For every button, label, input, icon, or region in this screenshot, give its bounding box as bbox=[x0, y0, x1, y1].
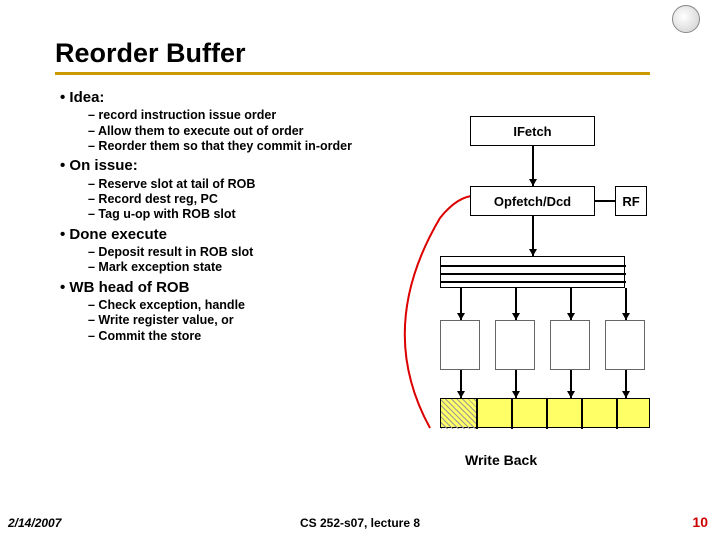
logo-seal bbox=[672, 5, 700, 33]
rob-slot-line bbox=[511, 399, 513, 429]
rob-hatch bbox=[441, 399, 476, 429]
arrow-icon bbox=[567, 313, 575, 320]
sub-bullet: – Reserve slot at tail of ROB bbox=[88, 177, 390, 191]
heading-idea: • Idea: bbox=[60, 89, 390, 106]
arrow-icon bbox=[457, 391, 465, 398]
ifetch-box: IFetch bbox=[470, 116, 595, 146]
func-unit bbox=[605, 320, 645, 370]
rob-box bbox=[440, 398, 650, 428]
arrow-icon bbox=[457, 313, 465, 320]
writeback-label: Write Back bbox=[465, 452, 537, 468]
rob-slot-line bbox=[581, 399, 583, 429]
sub-bullet: – Commit the store bbox=[88, 329, 390, 343]
heading-onissue: • On issue: bbox=[60, 157, 390, 174]
rob-slot-line bbox=[546, 399, 548, 429]
sub-bullet: – Tag u-op with ROB slot bbox=[88, 207, 390, 221]
scheduler-box bbox=[440, 256, 625, 288]
sub-bullet: – Reorder them so that they commit in-or… bbox=[88, 139, 390, 153]
connector bbox=[595, 200, 615, 202]
arrow-icon bbox=[529, 179, 537, 186]
sched-row-line bbox=[441, 281, 626, 283]
arrow-icon bbox=[567, 391, 575, 398]
sub-bullet: – Write register value, or bbox=[88, 313, 390, 327]
arrow-icon bbox=[622, 313, 630, 320]
arrow-icon bbox=[529, 249, 537, 256]
arrow-icon bbox=[512, 391, 520, 398]
func-unit bbox=[440, 320, 480, 370]
footer-date: 2/14/2007 bbox=[8, 516, 61, 530]
sub-bullet: – Mark exception state bbox=[88, 260, 390, 274]
bullet-content: • Idea: – record instruction issue order… bbox=[60, 85, 390, 344]
sched-row-line bbox=[441, 273, 626, 275]
title-underline bbox=[55, 72, 650, 75]
func-unit bbox=[550, 320, 590, 370]
sub-bullet: – Deposit result in ROB slot bbox=[88, 245, 390, 259]
rob-slot-line bbox=[616, 399, 618, 429]
slide-title: Reorder Buffer bbox=[55, 38, 246, 69]
rob-slot-line bbox=[476, 399, 478, 429]
heading-doneexec: • Done execute bbox=[60, 226, 390, 243]
opfetch-box: Opfetch/Dcd bbox=[470, 186, 595, 216]
func-unit bbox=[495, 320, 535, 370]
sub-bullet: – Check exception, handle bbox=[88, 298, 390, 312]
arrow-icon bbox=[622, 391, 630, 398]
heading-wbhead: • WB head of ROB bbox=[60, 279, 390, 296]
footer-center: CS 252-s07, lecture 8 bbox=[300, 516, 420, 530]
footer-page-number: 10 bbox=[692, 514, 708, 530]
rf-box: RF bbox=[615, 186, 647, 216]
sub-bullet: – Record dest reg, PC bbox=[88, 192, 390, 206]
arrow-icon bbox=[512, 313, 520, 320]
sched-row-line bbox=[441, 265, 626, 267]
pipeline-diagram: IFetch Opfetch/Dcd RF Write Back bbox=[400, 108, 700, 488]
sub-bullet: – record instruction issue order bbox=[88, 108, 390, 122]
sub-bullet: – Allow them to execute out of order bbox=[88, 124, 390, 138]
